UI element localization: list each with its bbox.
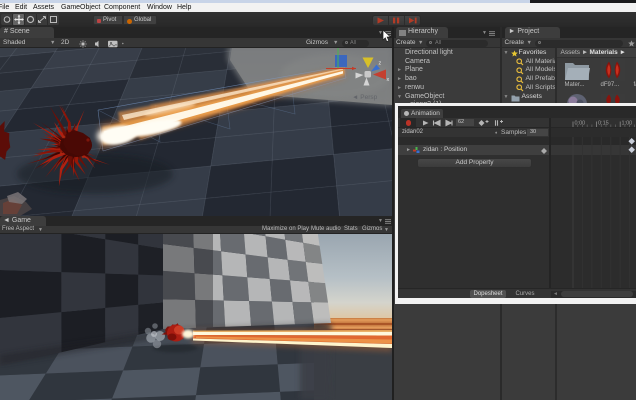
svg-text:◄ Persp: ◄ Persp — [352, 94, 378, 101]
svg-text:0:15: 0:15 — [598, 121, 609, 127]
svg-text:0:00: 0:00 — [575, 121, 586, 127]
svg-text:x: x — [387, 77, 390, 83]
svg-text:z: z — [379, 61, 382, 67]
svg-text:1:00: 1:00 — [622, 121, 633, 127]
